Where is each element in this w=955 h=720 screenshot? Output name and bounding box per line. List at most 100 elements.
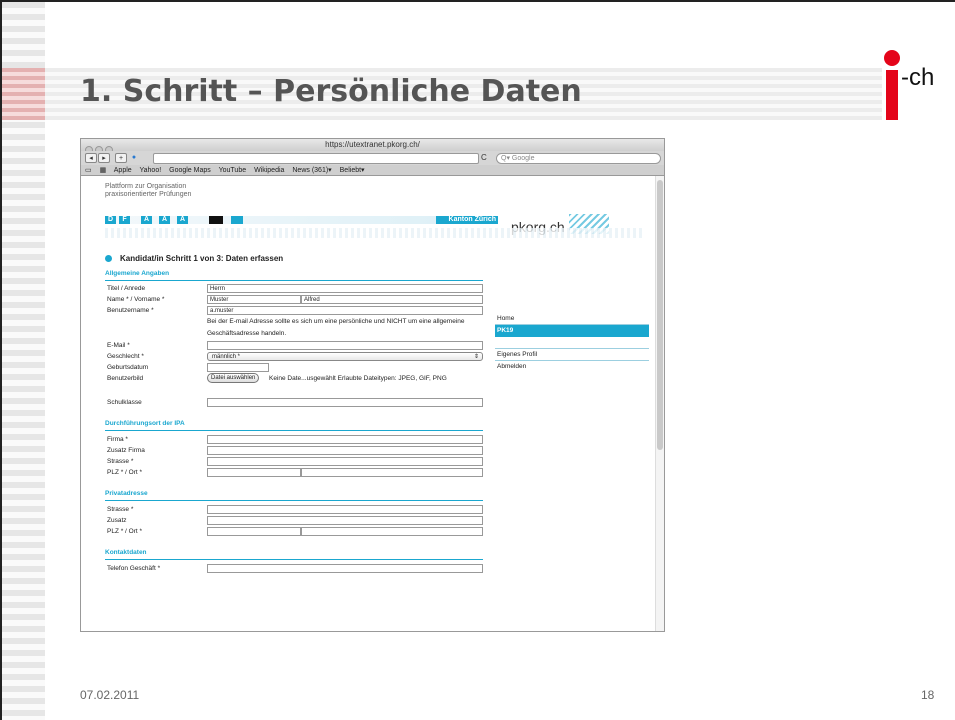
priv-city-field[interactable] (301, 527, 483, 536)
street-field[interactable] (207, 457, 483, 466)
slide-number: 18 (921, 688, 935, 702)
row-street: Strasse * (105, 456, 483, 467)
bookmarks-bar: ▭ ▦ Apple Yahoo! Google Maps YouTube Wik… (81, 165, 664, 176)
city-field[interactable] (301, 468, 483, 477)
company-field[interactable] (207, 435, 483, 444)
search-input[interactable]: Q▾ Google (496, 153, 661, 164)
label-picture: Benutzerbild (107, 375, 144, 382)
label-school-class: Schulklasse (107, 399, 142, 406)
title-field[interactable]: Herrn (207, 284, 483, 293)
platform-header: Plattform zur Organisation praxisorienti… (105, 183, 191, 199)
grid-icon[interactable]: ▦ (100, 167, 107, 174)
lastname-field[interactable]: Muster (207, 295, 301, 304)
company-extra-field[interactable] (207, 446, 483, 455)
forward-icon[interactable]: ▸ (98, 153, 110, 163)
priv-extra-field[interactable] (207, 516, 483, 525)
row-picture: Benutzerbild Datei auswählen Keine Date...… (105, 373, 483, 387)
step-title-text: Kandidat/in Schritt 1 von 3: Daten erfas… (120, 254, 284, 263)
row-username: Benutzername * a.muster (105, 305, 483, 316)
nav-home[interactable]: Home (495, 313, 649, 325)
priv-zip-field[interactable] (207, 527, 301, 536)
search-icon: Q▾ (501, 155, 512, 162)
font-size-small[interactable]: A (141, 216, 152, 224)
firstname-field[interactable]: Alfred (301, 295, 483, 304)
lang-d[interactable]: D (105, 216, 116, 224)
row-title: Titel / Anrede Herrn (105, 283, 483, 294)
bookmark-youtube[interactable]: YouTube (219, 167, 247, 174)
row-company-extra: Zusatz Firma (105, 445, 483, 456)
bookmark-yahoo[interactable]: Yahoo! (140, 167, 162, 174)
row-phone-business: Telefon Geschäft * (105, 563, 483, 574)
registration-form: Allgemeine Angaben Titel / Anrede Herrn N… (105, 268, 483, 574)
bookmark-google-maps[interactable]: Google Maps (169, 167, 211, 174)
slide-title: 1. Schritt – Persönliche Daten (80, 74, 582, 109)
label-email: E-Mail * (107, 342, 130, 349)
label-birthdate: Geburtsdatum (107, 364, 149, 371)
decorative-wave (105, 228, 645, 238)
select-arrows-icon: ⇕ (473, 354, 479, 360)
font-size-large[interactable]: A (177, 216, 188, 224)
back-icon[interactable]: ◂ (85, 153, 97, 163)
window-title: https://utextranet.pkorg.ch/ (325, 140, 420, 149)
email-hint: Bei der E-mail Adresse sollte es sich um… (207, 318, 465, 337)
search-placeholder: Google (511, 155, 535, 162)
file-status-text: Keine Date...usgewählt Erlaubte Dateityp… (269, 375, 447, 382)
label-phone-business: Telefon Geschäft * (107, 565, 161, 572)
contrast-black-icon[interactable] (209, 216, 223, 224)
bookmark-beliebt[interactable]: Beliebt▾ (340, 167, 365, 174)
priv-street-field[interactable] (207, 505, 483, 514)
label-zip-city: PLZ * / Ort * (107, 469, 143, 476)
bookmark-news[interactable]: News (361)▾ (292, 167, 331, 174)
section-private: Privatadresse (105, 490, 483, 501)
section-general: Allgemeine Angaben (105, 270, 483, 281)
ich-logo: -ch (882, 50, 952, 120)
label-priv-zip-city: PLZ * / Ort * (107, 528, 143, 535)
row-company: Firma * (105, 434, 483, 445)
reload-icon[interactable]: C (481, 153, 487, 162)
browser-scrollbar[interactable] (655, 176, 664, 631)
globe-icon: ● (131, 154, 137, 161)
slide-date: 07.02.2011 (80, 688, 140, 702)
file-choose-button[interactable]: Datei auswählen (207, 373, 260, 383)
birthdate-field[interactable] (207, 363, 269, 372)
platform-line-1: Plattform zur Organisation (105, 183, 187, 190)
browser-window: https://utextranet.pkorg.ch/ ◂ ▸ + ● C Q… (80, 138, 665, 632)
section-ipa: Durchführungsort der IPA (105, 420, 483, 431)
row-gender: Geschlecht * männlich * ⇕ (105, 351, 483, 362)
label-company: Firma * (107, 436, 128, 443)
label-name: Name * / Vorname * (107, 296, 165, 303)
lang-f[interactable]: F (119, 216, 130, 224)
label-title: Titel / Anrede (107, 285, 146, 292)
logo-dot-icon (884, 50, 900, 66)
bookmark-apple[interactable]: Apple (114, 167, 132, 174)
gender-select[interactable]: männlich * ⇕ (207, 352, 483, 361)
nav-profile[interactable]: Eigenes Profil (495, 349, 649, 361)
nav-spacer (495, 337, 649, 349)
contrast-blue-icon[interactable] (231, 216, 243, 224)
side-navigation: Home PK19 Eigenes Profil Abmelden (495, 313, 649, 373)
scrollbar-thumb[interactable] (657, 180, 663, 450)
row-email: E-Mail * (105, 340, 483, 351)
bookmarks-icon[interactable]: ▭ (85, 167, 92, 174)
row-birthdate: Geburtsdatum (105, 362, 483, 373)
add-icon[interactable]: + (115, 153, 127, 163)
page-content: Plattform zur Organisation praxisorienti… (81, 176, 664, 631)
label-username: Benutzername * (107, 307, 154, 314)
username-field[interactable]: a.muster (207, 306, 483, 315)
zip-field[interactable] (207, 468, 301, 477)
slide: 1. Schritt – Persönliche Daten -ch https… (0, 0, 955, 720)
font-size-medium[interactable]: A (159, 216, 170, 224)
label-priv-extra: Zusatz (107, 517, 127, 524)
label-priv-street: Strasse * (107, 506, 134, 513)
address-bar[interactable] (153, 153, 479, 164)
label-company-extra: Zusatz Firma (107, 447, 145, 454)
bookmark-wikipedia[interactable]: Wikipedia (254, 167, 284, 174)
nav-pk19[interactable]: PK19 (495, 325, 649, 337)
platform-line-2: praxisorientierter Prüfungen (105, 191, 192, 198)
logo-bar-icon (886, 70, 898, 120)
school-class-field[interactable] (207, 398, 483, 407)
email-field[interactable] (207, 341, 483, 350)
arrow-icon (105, 255, 112, 262)
nav-logout[interactable]: Abmelden (495, 361, 649, 373)
phone-business-field[interactable] (207, 564, 483, 573)
